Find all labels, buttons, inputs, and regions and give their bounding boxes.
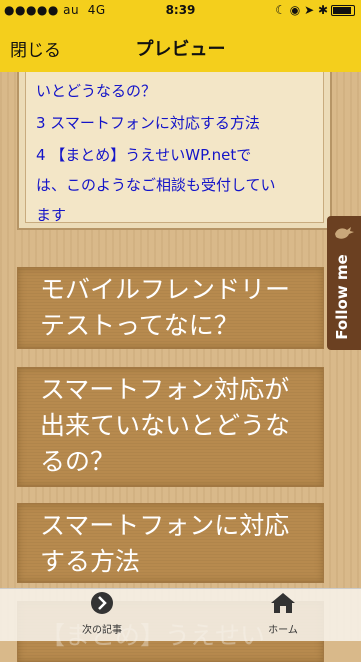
tab-home[interactable]: ホーム	[243, 591, 323, 636]
toc-link[interactable]: 3 スマートフォンに対応する方法	[36, 112, 260, 133]
heading-line: する方法	[40, 547, 141, 576]
nav-bar: 閉じる プレビュー	[0, 20, 361, 73]
heading-line: スマートフォンに対応	[40, 511, 290, 540]
table-of-contents: いとどうなるの？ 3 スマートフォンに対応する方法 4 【まとめ】うえせいWP.…	[17, 72, 332, 230]
toc-link[interactable]: 4 【まとめ】うえせいWP.netで	[36, 144, 251, 165]
page-title: プレビュー	[135, 39, 226, 60]
toc-link[interactable]: は、このようなご相談も受付してい	[36, 174, 276, 195]
heading-line: 出来ていないとどうな	[40, 411, 291, 440]
toc-link[interactable]: ます	[36, 204, 66, 225]
article-content[interactable]: いとどうなるの？ 3 スマートフォンに対応する方法 4 【まとめ】うえせいWP.…	[0, 72, 361, 662]
bird-icon	[335, 227, 354, 239]
heading-line: テストってなに？	[40, 311, 239, 340]
heading-line: るの？	[40, 447, 116, 476]
follow-label: Follow me	[333, 254, 351, 340]
next-arrow-icon	[91, 592, 113, 614]
battery-icon	[331, 5, 355, 16]
heading-line: スマートフォン対応が	[40, 375, 290, 404]
heading-line: モバイルフレンドリー	[40, 275, 291, 304]
section-heading: スマートフォンに対応 する方法	[18, 504, 323, 582]
tab-next-article[interactable]: 次の記事	[62, 591, 142, 636]
home-icon	[271, 593, 295, 613]
tab-label: 次の記事	[82, 625, 122, 636]
tab-bar: 次の記事 ホーム	[0, 588, 361, 641]
status-bar: ●●●●● au 4G 8:39 ☾ ◉ ➤ ✱	[0, 0, 361, 20]
status-icons: ☾ ◉ ➤ ✱	[275, 3, 355, 17]
tab-label: ホーム	[268, 625, 298, 636]
toc-inner: いとどうなるの？ 3 スマートフォンに対応する方法 4 【まとめ】うえせいWP.…	[25, 72, 324, 225]
toc-link[interactable]: いとどうなるの？	[36, 80, 156, 101]
section-heading: スマートフォン対応が 出来ていないとどうな るの？	[18, 368, 323, 486]
section-heading: モバイルフレンドリー テストってなに？	[18, 268, 323, 348]
follow-me-tab[interactable]: Follow me	[327, 216, 361, 350]
